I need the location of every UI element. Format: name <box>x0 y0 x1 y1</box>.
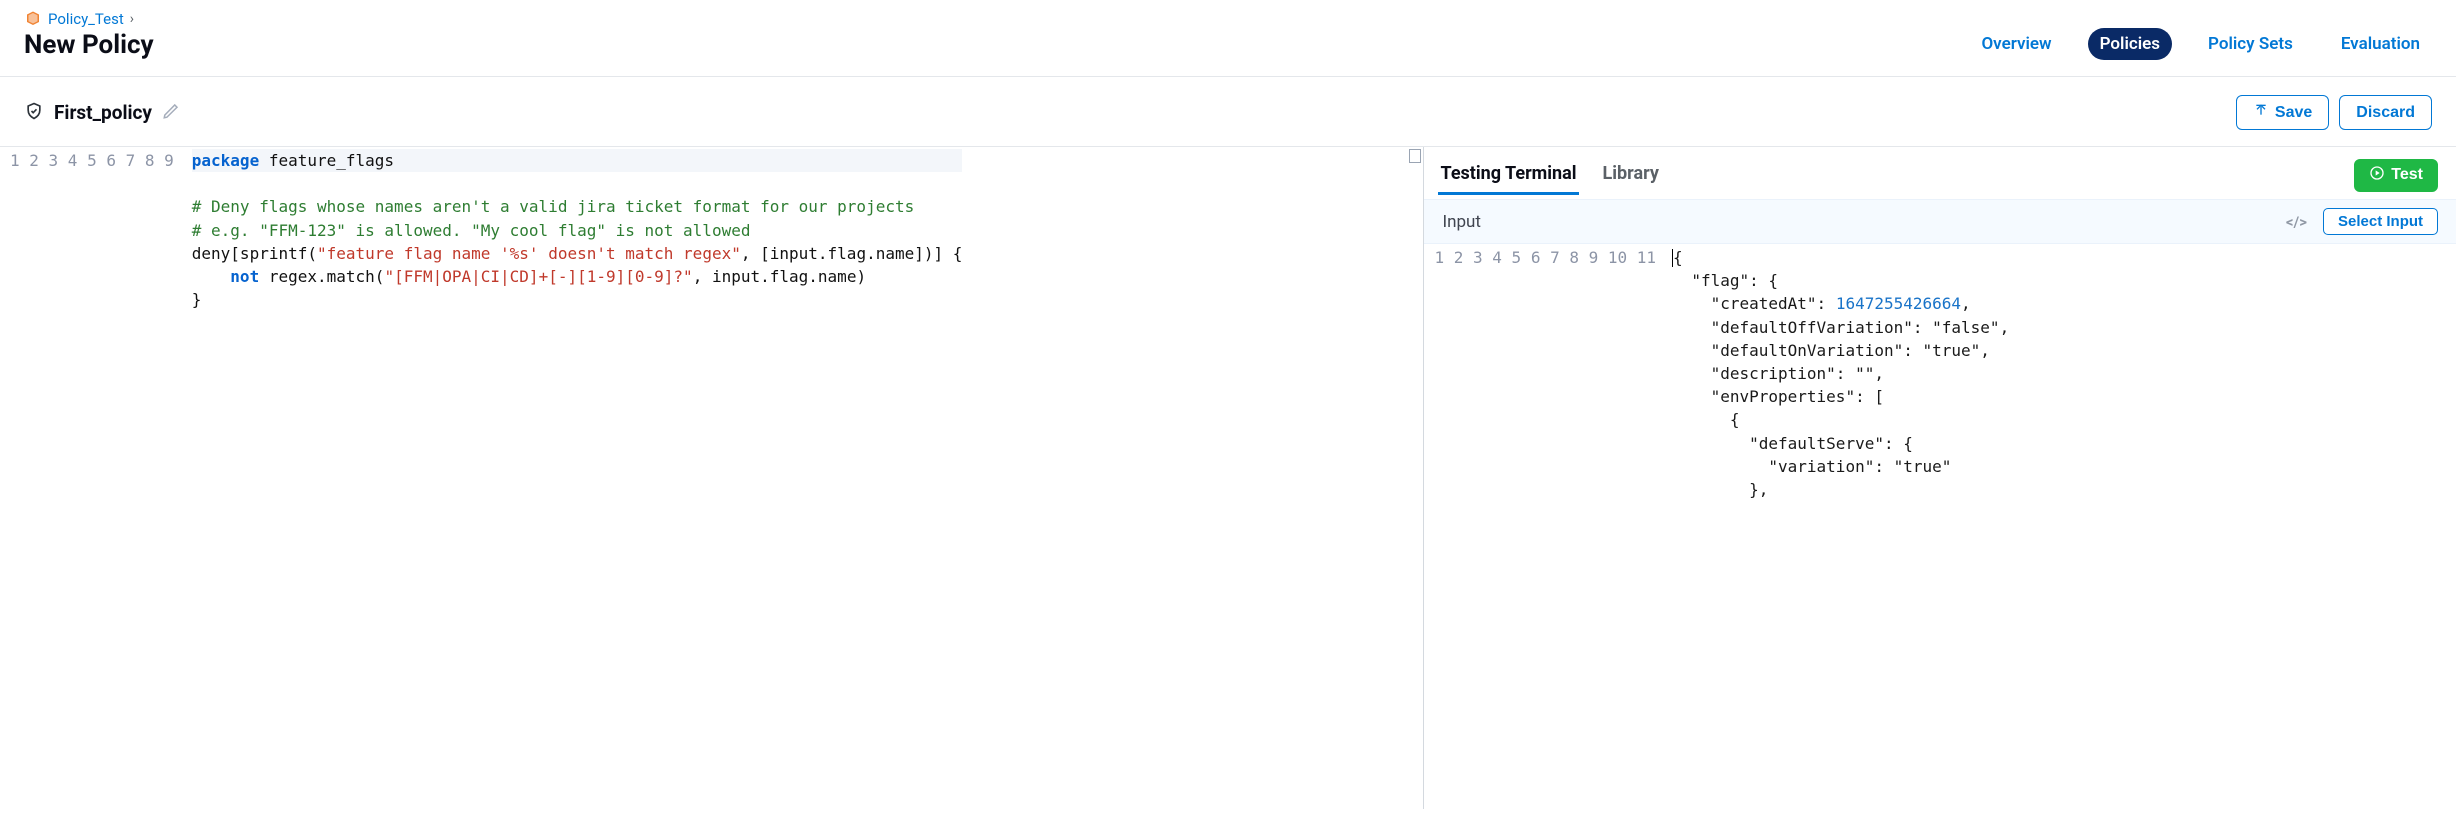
tab-overview[interactable]: Overview <box>1969 28 2063 60</box>
right-tabs: Testing Terminal Library Test <box>1424 147 2456 195</box>
tab-library[interactable]: Library <box>1601 155 1661 195</box>
top-tabs: Overview Policies Policy Sets Evaluation <box>1969 28 2432 60</box>
input-label: Input <box>1442 212 1481 232</box>
tab-testing-terminal[interactable]: Testing Terminal <box>1438 155 1578 195</box>
breadcrumb: Policy_Test › <box>24 10 154 28</box>
page-header: Policy_Test › New Policy Overview Polici… <box>0 0 2456 77</box>
page-title: New Policy <box>24 30 154 60</box>
project-logo-icon <box>24 10 42 28</box>
test-button-label: Test <box>2391 166 2423 184</box>
chevron-right-icon: › <box>130 11 134 27</box>
tab-policies[interactable]: Policies <box>2088 28 2172 60</box>
shield-check-icon <box>24 101 44 125</box>
save-button-label: Save <box>2275 104 2312 122</box>
minimap-icon <box>1409 149 1421 163</box>
input-json-editor[interactable]: { "flag": { "createdAt": 1647255426664, … <box>1668 244 2019 503</box>
upload-icon <box>2253 102 2269 123</box>
right-gutter: 1 2 3 4 5 6 7 8 9 10 11 <box>1424 244 1668 503</box>
breadcrumb-project-link[interactable]: Policy_Test <box>48 10 124 28</box>
code-braces-icon[interactable]: </> <box>2286 213 2307 231</box>
left-code[interactable]: package feature_flags # Deny flags whose… <box>188 147 973 360</box>
policy-name: First_policy <box>54 101 152 124</box>
tab-evaluation[interactable]: Evaluation <box>2329 28 2432 60</box>
test-button[interactable]: Test <box>2354 159 2438 192</box>
editor-split: 1 2 3 4 5 6 7 8 9 package feature_flags … <box>0 146 2456 809</box>
policy-toolbar: First_policy Save Discard <box>0 77 2456 146</box>
pencil-icon[interactable] <box>162 102 180 124</box>
input-bar: Input </> Select Input <box>1424 199 2456 244</box>
discard-button[interactable]: Discard <box>2339 95 2432 130</box>
left-gutter: 1 2 3 4 5 6 7 8 9 <box>0 147 188 360</box>
tab-policy-sets[interactable]: Policy Sets <box>2196 28 2305 60</box>
right-panel: Testing Terminal Library Test Input </> … <box>1424 147 2456 809</box>
play-icon <box>2369 165 2385 186</box>
save-button[interactable]: Save <box>2236 95 2329 130</box>
policy-code-editor[interactable]: 1 2 3 4 5 6 7 8 9 package feature_flags … <box>0 147 1424 809</box>
select-input-button[interactable]: Select Input <box>2323 208 2438 235</box>
discard-button-label: Discard <box>2356 104 2415 122</box>
